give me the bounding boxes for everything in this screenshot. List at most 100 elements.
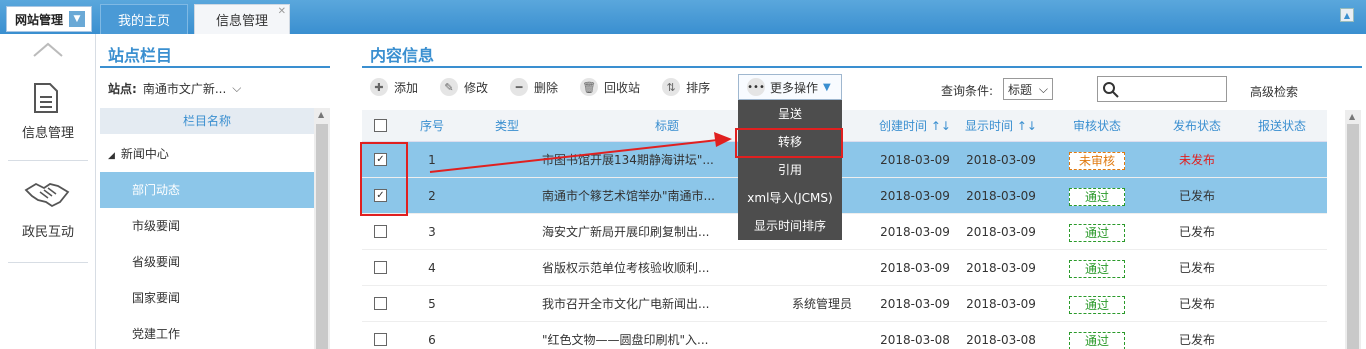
advanced-search-link[interactable]: 高级检索: [1250, 83, 1298, 100]
row-no: 1: [428, 153, 436, 167]
row-checkbox[interactable]: [374, 297, 387, 310]
row-checkbox[interactable]: [374, 333, 387, 346]
row-created: 2018-03-08: [880, 333, 950, 347]
chevron-down-icon: ⌵: [1038, 81, 1048, 96]
row-audit-cell: 通过: [1052, 250, 1142, 286]
more-icon: •••: [747, 78, 765, 96]
toolbar: ✚ 添加 ✎ 修改 ━ 删除 🗑 回收站 ⇅ 排序: [370, 74, 732, 100]
table-scrollbar[interactable]: ▲: [1345, 110, 1361, 349]
row-title[interactable]: 市图书馆开展134期静海讲坛"...: [542, 142, 722, 178]
search-icon[interactable]: [1102, 81, 1120, 99]
table-row[interactable]: 5 我市召开全市文化广电新闻出... 系统管理员 2018-03-09 2018-03-…: [362, 286, 1327, 322]
row-checkbox[interactable]: [374, 261, 387, 274]
row-audit-cell: 通过: [1052, 322, 1142, 349]
tree-item-province-news[interactable]: 省级要闻: [100, 244, 314, 280]
site-selector[interactable]: 站点: 南通市文广新... ⌵: [108, 80, 241, 97]
minus-icon: ━: [510, 78, 529, 96]
table-row[interactable]: 4 省版权示范单位考核验收顺利... 2018-03-09 2018-03-09 通过 已…: [362, 250, 1327, 286]
col-type[interactable]: 类型: [482, 110, 532, 142]
publish-status: 已发布: [1178, 333, 1215, 347]
query-select[interactable]: 标题 ⌵: [1003, 78, 1053, 100]
col-publish[interactable]: 发布状态: [1152, 110, 1242, 142]
row-title[interactable]: 海安文广新局开展印刷复制出...: [542, 214, 722, 250]
column-panel-title: 站点栏目: [108, 46, 173, 65]
document-icon: [34, 83, 58, 113]
publish-status: 未发布: [1178, 153, 1215, 167]
row-shown: 2018-03-09: [966, 189, 1036, 203]
add-button[interactable]: ✚ 添加: [370, 78, 418, 96]
row-title[interactable]: 省版权示范单位考核验收顺利...: [542, 250, 722, 286]
table-row[interactable]: 6 "红色文物——圆盘印刷机"入... 2018-03-08 2018-03-08 通过…: [362, 322, 1327, 349]
expand-triangle-icon[interactable]: ◢: [108, 151, 115, 161]
table-row[interactable]: ✓ 1 市图书馆开展134期静海讲坛"... 2018-03-09 2018-03-09…: [362, 142, 1327, 178]
select-all-checkbox[interactable]: [374, 119, 387, 132]
tree-scrollbar[interactable]: ▲: [314, 108, 330, 349]
site-menu-label: 网站管理: [15, 12, 64, 27]
tree-item-city-news[interactable]: 市级要闻: [100, 208, 314, 244]
row-no: 2: [428, 189, 436, 203]
row-created: 2018-03-09: [880, 189, 950, 203]
tree-item-national-news[interactable]: 国家要闻: [100, 280, 314, 316]
publish-status: 已发布: [1178, 297, 1215, 311]
more-actions-button[interactable]: ••• 更多操作 ▼: [738, 74, 842, 100]
edit-label: 修改: [464, 80, 489, 95]
tree-item-news-center[interactable]: ◢ 新闻中心: [100, 136, 314, 172]
menu-item-xml-import[interactable]: xml导入(JCMS): [738, 184, 842, 212]
nav-citizen-interaction[interactable]: 政民互动: [8, 221, 88, 240]
col-created[interactable]: 创建时间 ↑↓: [870, 110, 960, 142]
tree-item-dept-news[interactable]: 部门动态: [100, 172, 314, 208]
tree-item-party-work[interactable]: 党建工作: [100, 316, 314, 349]
delete-button[interactable]: ━ 删除: [510, 78, 558, 96]
audit-status-badge: 通过: [1069, 259, 1125, 278]
col-shown[interactable]: 显示时间 ↑↓: [956, 110, 1046, 142]
content-title: 内容信息: [370, 46, 435, 65]
sort-button[interactable]: ⇅ 排序: [662, 78, 710, 96]
chevron-up-icon[interactable]: [30, 40, 66, 60]
close-icon[interactable]: ✕: [278, 6, 286, 17]
row-created: 2018-03-09: [880, 153, 950, 167]
sort-label: 排序: [686, 80, 711, 95]
row-author: [782, 250, 862, 286]
site-value: 南通市文广新...: [142, 82, 227, 96]
tab-info-management[interactable]: 信息管理 ✕: [194, 4, 290, 34]
collapse-icon[interactable]: ▲: [1340, 8, 1354, 22]
table-row[interactable]: ✓ 2 南通市个簃艺术馆举办"南通市... 2018-03-09 2018-03-09 通…: [362, 178, 1327, 214]
nav-info-management[interactable]: 信息管理: [8, 122, 88, 141]
tab-home[interactable]: 我的主页: [100, 4, 188, 34]
table-row[interactable]: 3 海安文广新局开展印刷复制出... 2018-03-09 2018-03-09 通过 已…: [362, 214, 1327, 250]
row-checkbox[interactable]: [374, 225, 387, 238]
col-audit[interactable]: 审核状态: [1052, 110, 1142, 142]
highlight-box-checkboxes: [360, 142, 408, 216]
menu-item-sort-by-display-time[interactable]: 显示时间排序: [738, 212, 842, 240]
scroll-thumb[interactable]: [316, 124, 328, 349]
row-author: 系统管理员: [791, 297, 852, 311]
nav-divider: [8, 160, 88, 161]
delete-label: 删除: [534, 80, 559, 95]
query-value: 标题: [1008, 82, 1033, 97]
col-report[interactable]: 报送状态: [1237, 110, 1327, 142]
publish-status: 已发布: [1178, 261, 1215, 275]
search-input[interactable]: [1097, 76, 1227, 102]
nav-divider: [8, 262, 88, 263]
row-title[interactable]: "红色文物——圆盘印刷机"入...: [542, 322, 722, 349]
chevron-down-icon[interactable]: ▼: [69, 11, 86, 27]
table-header: 序号 类型 标题 创建时间 ↑↓ 显示时间 ↑↓ 审核状态 发布状态 报送状态: [362, 110, 1327, 142]
menu-item-submit[interactable]: 呈送: [738, 100, 842, 128]
audit-status-badge: 通过: [1069, 331, 1125, 349]
menu-item-reference[interactable]: 引用: [738, 156, 842, 184]
col-no[interactable]: 序号: [410, 110, 454, 142]
row-no: 6: [428, 333, 436, 347]
row-no: 3: [428, 225, 436, 239]
row-title[interactable]: 我市召开全市文化广电新闻出...: [542, 286, 722, 322]
title-underline: [362, 66, 1362, 68]
site-management-menu[interactable]: 网站管理 ▼: [6, 6, 92, 32]
edit-button[interactable]: ✎ 修改: [440, 78, 488, 96]
scroll-up-icon[interactable]: ▲: [318, 110, 324, 119]
scroll-thumb[interactable]: [1347, 124, 1359, 349]
audit-status-badge: 通过: [1069, 187, 1125, 206]
row-title[interactable]: 南通市个簃艺术馆举办"南通市...: [542, 178, 722, 214]
recycle-bin-button[interactable]: 🗑 回收站: [580, 78, 640, 96]
chevron-down-icon[interactable]: ⌵: [232, 81, 241, 96]
tree-header: 栏目名称: [100, 108, 314, 134]
scroll-up-icon[interactable]: ▲: [1349, 112, 1355, 121]
